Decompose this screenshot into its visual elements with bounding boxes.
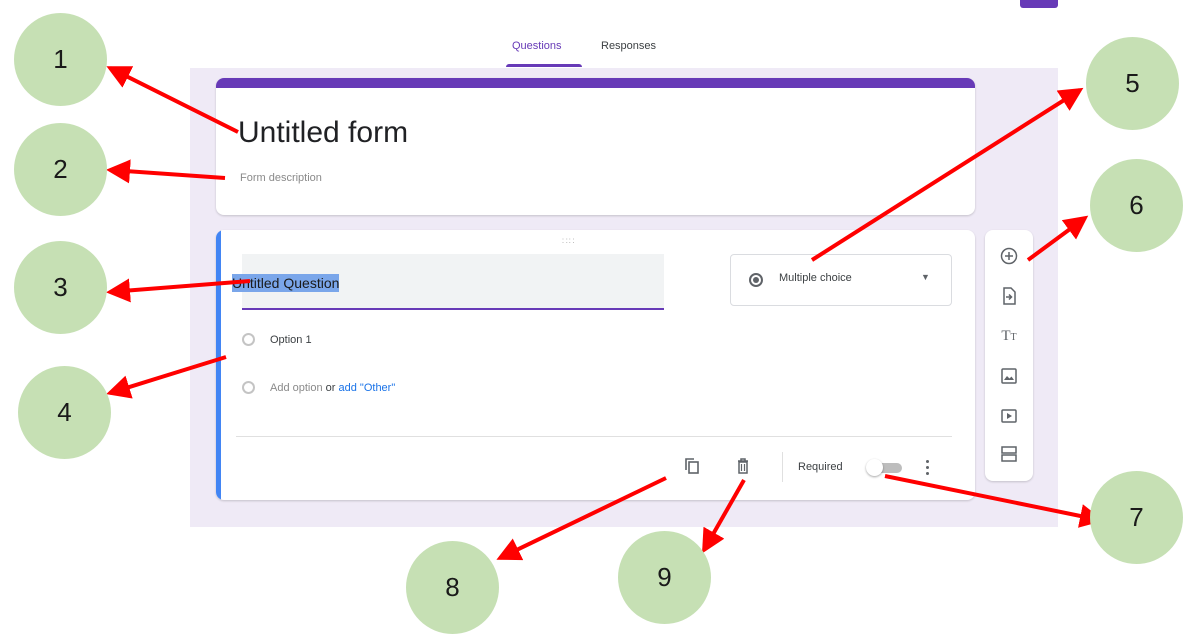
active-question-indicator [216, 230, 221, 500]
callout-5: 5 [1086, 37, 1179, 130]
tab-bar: Questions Responses [490, 30, 700, 68]
multiple-choice-icon [749, 273, 763, 287]
or-text: or [325, 382, 336, 394]
active-tab-indicator [506, 64, 582, 67]
form-header-card: Untitled form Form description [216, 78, 975, 215]
question-footer-divider [236, 436, 952, 437]
form-title[interactable]: Untitled form [238, 116, 408, 150]
tab-questions[interactable]: Questions [512, 40, 562, 52]
drag-handle-icon[interactable]: ∷∷ [562, 236, 575, 247]
question-title-underline [242, 308, 664, 310]
form-description-field[interactable]: Form description [240, 172, 322, 184]
callout-6: 6 [1090, 159, 1183, 252]
question-type-dropdown[interactable]: Multiple choice ▼ [730, 254, 952, 306]
top-accent-bar [1020, 0, 1058, 8]
tab-responses[interactable]: Responses [601, 40, 656, 52]
duplicate-icon[interactable] [682, 456, 702, 476]
dropdown-caret-icon: ▼ [921, 272, 930, 282]
option-radio-icon [242, 333, 255, 346]
callout-9: 9 [618, 531, 711, 624]
toggle-thumb [866, 459, 883, 476]
add-video-icon[interactable] [997, 404, 1021, 428]
header-color-bar [216, 78, 975, 88]
add-other-link[interactable]: add "Other" [339, 382, 396, 394]
required-label: Required [798, 461, 843, 473]
add-image-icon[interactable] [997, 364, 1021, 388]
callout-8: 8 [406, 541, 499, 634]
delete-icon[interactable] [733, 456, 753, 476]
import-questions-icon[interactable] [997, 284, 1021, 308]
option-radio-icon [242, 381, 255, 394]
callout-4: 4 [18, 366, 111, 459]
more-options-icon[interactable] [922, 457, 932, 479]
floating-toolbar: TT [985, 230, 1033, 481]
callout-1: 1 [14, 13, 107, 106]
question-title-text[interactable]: Untitled Question [232, 274, 340, 292]
add-section-icon[interactable] [997, 442, 1021, 466]
add-question-icon[interactable] [997, 244, 1021, 268]
callout-7: 7 [1090, 471, 1183, 564]
required-toggle[interactable] [866, 459, 904, 476]
question-card: ∷∷ Untitled Question Multiple choice ▼ O… [216, 230, 975, 500]
option-label[interactable]: Option 1 [270, 334, 312, 346]
add-title-description-icon[interactable]: TT [997, 324, 1021, 348]
callout-2: 2 [14, 123, 107, 216]
callout-3: 3 [14, 241, 107, 334]
question-type-label: Multiple choice [779, 272, 852, 284]
footer-vertical-divider [782, 452, 783, 482]
add-option-button[interactable]: Add option [270, 382, 323, 394]
